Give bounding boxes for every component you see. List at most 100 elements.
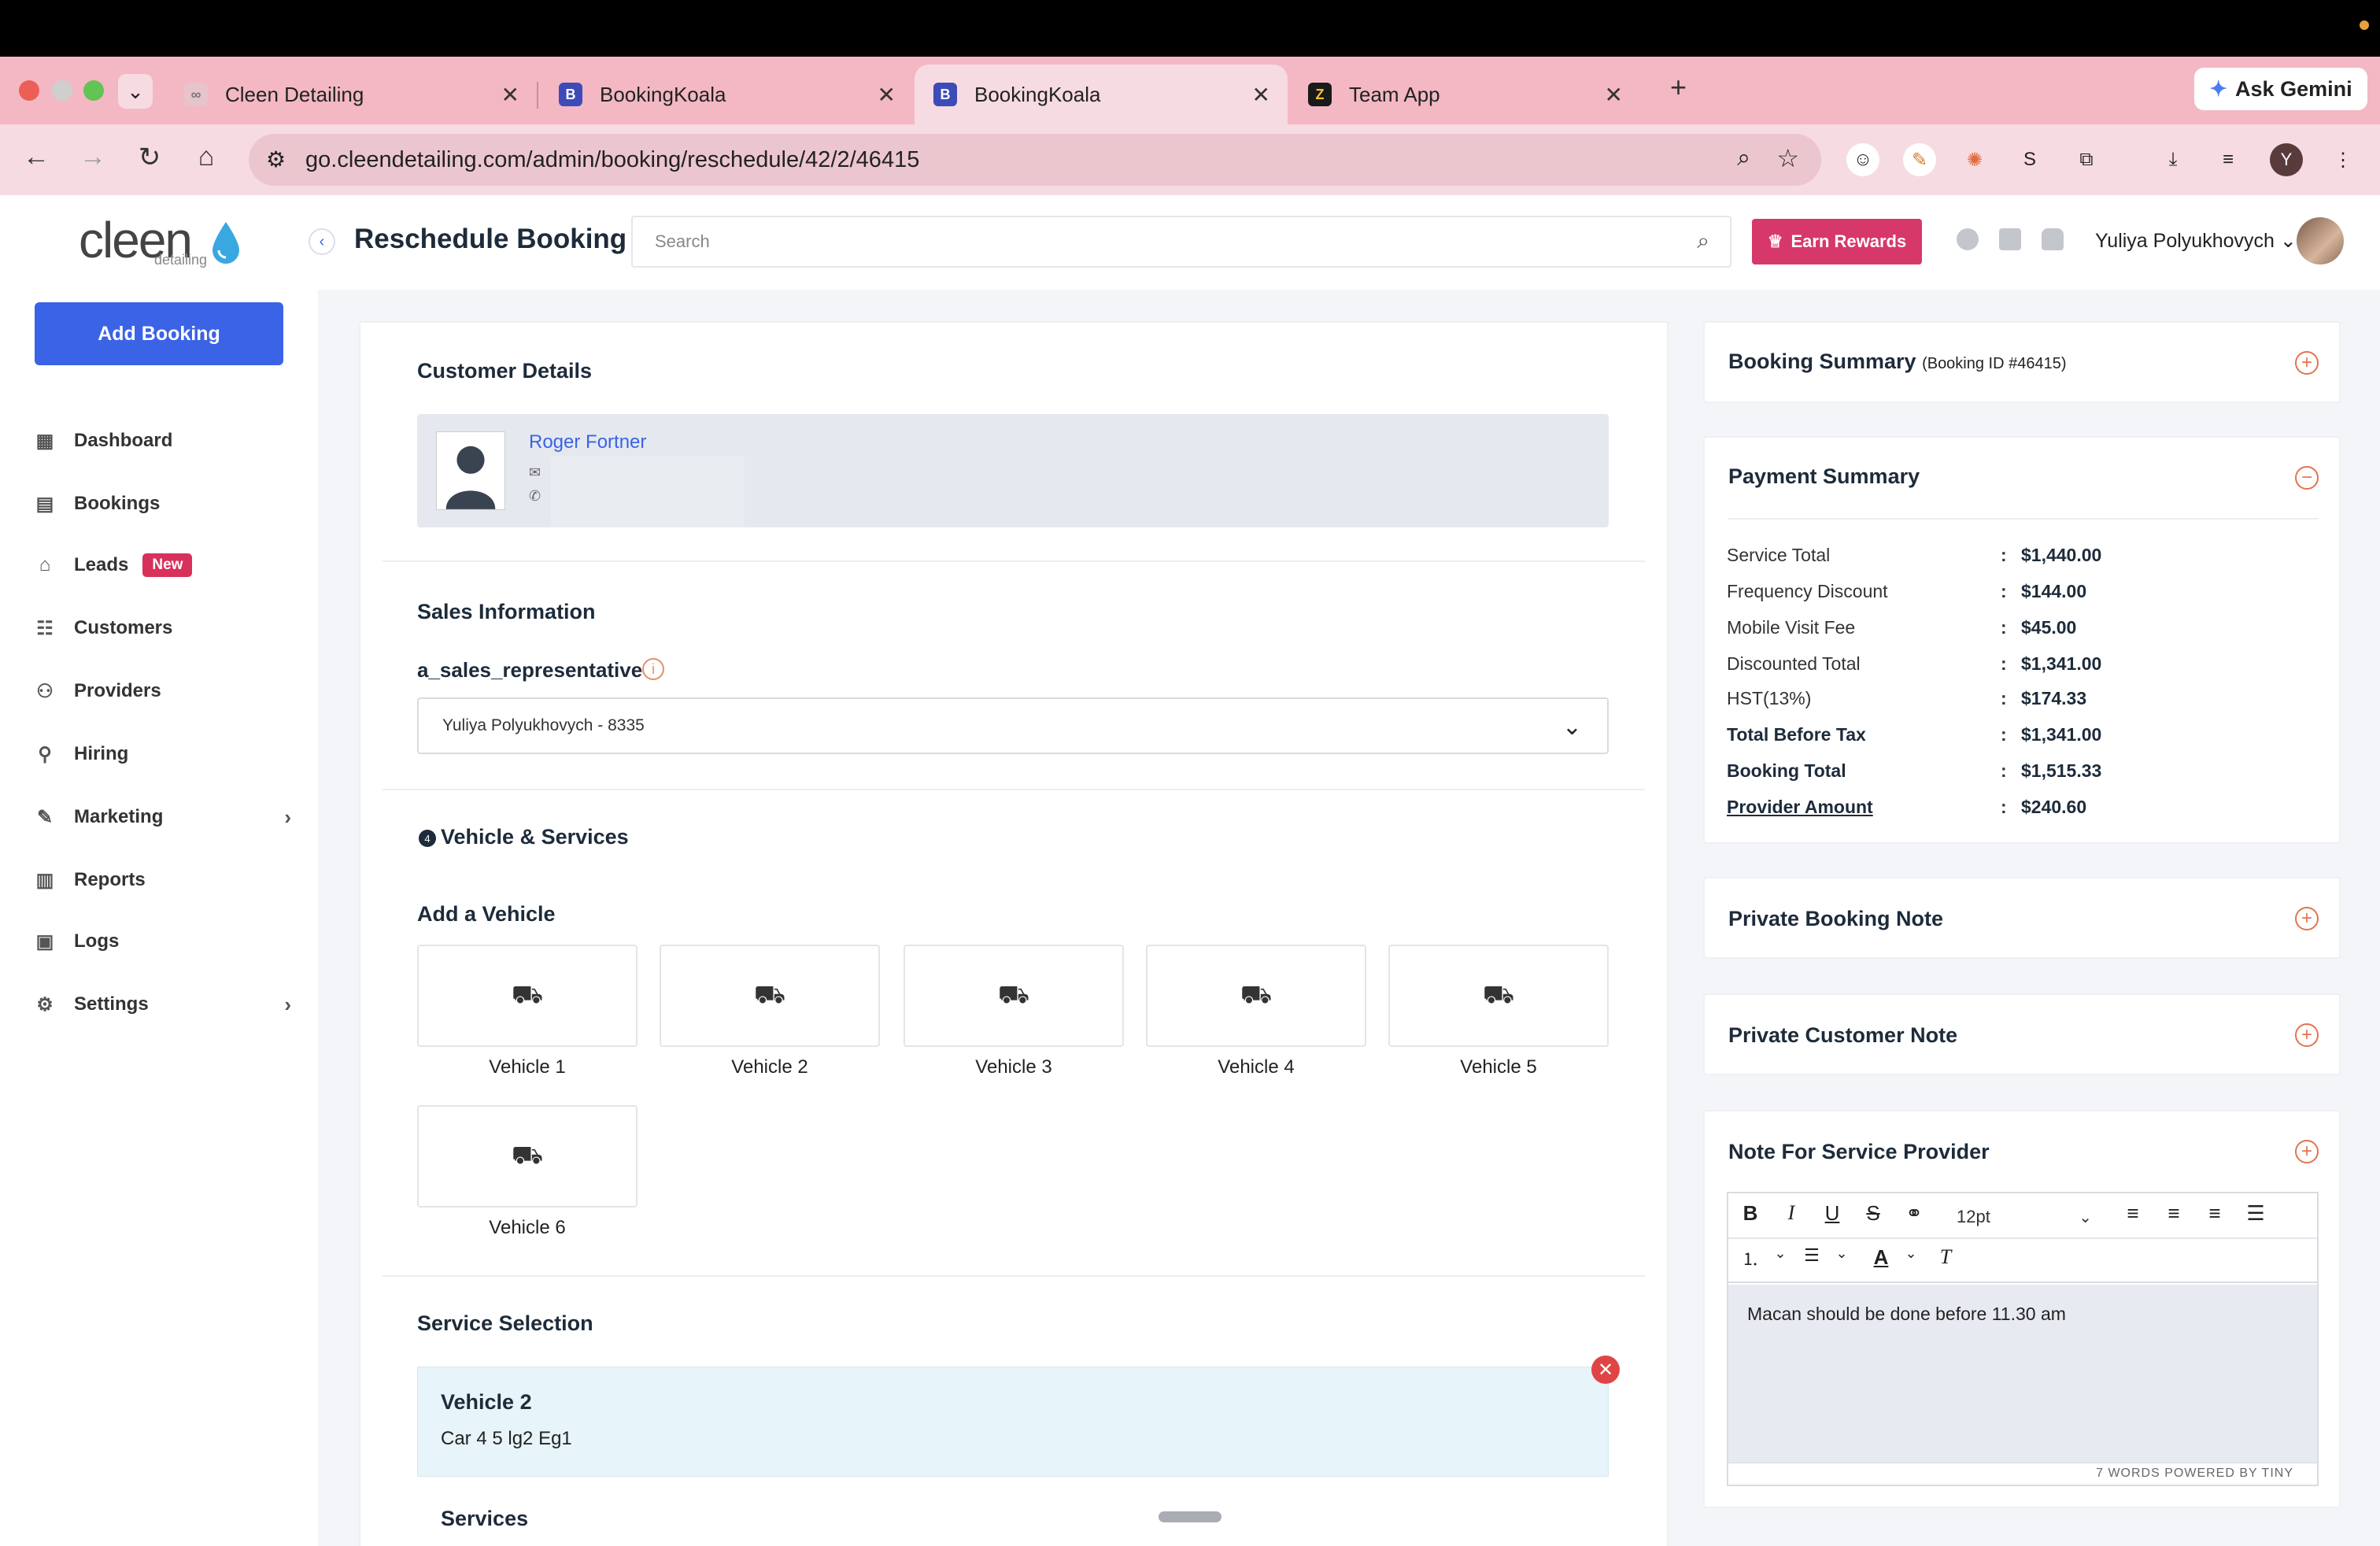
expand-plus-icon[interactable]: + [2295,1140,2319,1163]
reload-icon[interactable]: ↻ [132,142,167,173]
chevron-down-icon[interactable]: ⌄ [1765,1245,1796,1262]
site-settings-icon[interactable]: ⚙ [266,146,286,172]
forward-arrow-icon[interactable]: → [76,142,110,172]
chat-icon[interactable] [1999,228,2021,250]
bold-icon[interactable]: B [1735,1201,1766,1226]
scroll-indicator[interactable] [1159,1511,1221,1522]
ask-gemini-button[interactable]: ✦ Ask Gemini [2194,68,2367,110]
expand-plus-icon[interactable]: + [2295,351,2319,375]
bookingkoala-favicon-icon: B [559,83,582,106]
sidebar-item-dashboard[interactable]: ▦ Dashboard [31,425,291,457]
expand-plus-icon[interactable]: + [2295,907,2319,930]
extension-s-icon[interactable]: S [2013,143,2046,176]
ask-gemini-label: Ask Gemini [2235,76,2352,101]
sales-rep-select[interactable]: Yuliya Polyukhovych - 8335 ⌄ [417,697,1609,754]
link-icon[interactable]: ⚭ [1898,1201,1930,1226]
vehicle-4-card[interactable]: ⛟ [1146,945,1366,1047]
sidebar-item-providers[interactable]: ⚇ Providers [31,675,291,707]
bookmark-star-icon[interactable]: ☆ [1776,143,1799,173]
extensions-puzzle-icon[interactable]: ⧉ [2070,143,2103,176]
media-controls-icon[interactable]: ≡ [2212,143,2245,176]
search-placeholder: Search [655,231,710,251]
text-color-icon[interactable]: A [1865,1245,1897,1270]
bell-icon[interactable] [2042,228,2064,250]
underline-icon[interactable]: U [1816,1201,1848,1226]
leads-icon: ⌂ [39,554,51,575]
font-size-select[interactable]: 12pt ⌄ [1946,1203,2095,1231]
search-icon[interactable]: ⌕ [1697,228,1709,254]
collapse-sidebar-button[interactable]: ‹ [309,228,335,255]
zoom-icon[interactable]: ⌕ [1737,145,1750,172]
collapse-minus-icon[interactable]: − [2295,466,2319,490]
minimize-window-button[interactable] [52,80,72,101]
vehicle-5-card[interactable]: ⛟ [1388,945,1609,1047]
expand-plus-icon[interactable]: + [2295,1023,2319,1047]
remove-vehicle-button[interactable]: ✕ [1591,1356,1620,1384]
info-icon[interactable] [1957,228,1979,250]
profile-avatar[interactable]: Y [2270,143,2303,176]
dashboard-icon: ▦ [35,430,54,452]
numbered-list-icon[interactable]: ⒈ [1735,1245,1766,1270]
sidebar-item-settings[interactable]: ⚙ Settings › [31,989,291,1020]
sidebar-item-reports[interactable]: ▥ Reports [31,864,291,896]
extension-sparkle-icon[interactable]: ✺ [1958,143,1991,176]
back-arrow-icon[interactable]: ← [19,142,54,172]
vehicle-6-card[interactable]: ⛟ [417,1105,638,1208]
browser-menu-icon[interactable]: ⋮ [2326,143,2360,176]
private-booking-note-title: Private Booking Note [1728,907,1944,930]
vehicle-2-card[interactable]: ⛟ [660,945,880,1047]
search-input[interactable]: Search ⌕ [631,216,1731,268]
vehicle-label: Vehicle 5 [1460,1056,1537,1078]
customer-name-link[interactable]: Roger Fortner [529,431,646,453]
earn-rewards-button[interactable]: ♕ Earn Rewards [1752,219,1922,264]
close-icon[interactable]: ✕ [1252,82,1270,108]
italic-icon[interactable]: I [1776,1201,1807,1225]
align-center-icon[interactable]: ≡ [2158,1201,2190,1226]
vehicle-1-card[interactable]: ⛟ [417,945,638,1047]
add-booking-button[interactable]: Add Booking [35,302,283,365]
close-window-button[interactable] [19,80,39,101]
extension-brush-icon[interactable]: ✎ [1903,143,1936,176]
user-menu[interactable]: Yuliya Polyukhovych ⌄ [2095,229,2297,253]
extension-face-icon[interactable]: ☺ [1846,143,1879,176]
chevron-down-icon[interactable]: ⌄ [1895,1245,1927,1262]
tab-cleen-detailing[interactable]: ∞ Cleen Detailing ✕ [165,65,538,124]
tab-search-button[interactable]: ⌄ [118,74,153,109]
private-customer-note-card[interactable]: Private Customer Note + [1703,993,2341,1075]
chevron-down-icon[interactable]: ⌄ [1826,1245,1857,1262]
sidebar-item-bookings[interactable]: ▤ Bookings [31,488,291,520]
address-bar[interactable]: ⚙ go.cleendetailing.com/admin/booking/re… [249,134,1821,186]
align-right-icon[interactable]: ≡ [2199,1201,2230,1226]
sidebar-item-leads[interactable]: ⌂ Leads New [31,549,291,581]
vehicle-3-card[interactable]: ⛟ [904,945,1124,1047]
booking-summary-card[interactable]: Booking Summary (Booking ID #46415) + [1703,321,2341,403]
close-icon[interactable]: ✕ [1605,82,1623,108]
tab-label: Cleen Detailing [225,82,364,106]
sidebar-item-marketing[interactable]: ✎ Marketing › [31,801,291,833]
tab-bookingkoala-1[interactable]: B BookingKoala ✕ [540,65,913,124]
tab-team-app[interactable]: Z Team App ✕ [1289,65,1640,124]
justify-icon[interactable]: ☰ [2240,1201,2271,1226]
maximize-window-button[interactable] [83,80,104,101]
page-title: Reschedule Booking [354,224,627,254]
close-icon[interactable]: ✕ [501,82,519,108]
provider-amount-link[interactable]: Provider Amount [1727,797,1873,818]
sidebar-item-customers[interactable]: ☷ Customers [31,612,291,644]
strikethrough-icon[interactable]: S [1857,1201,1889,1226]
bullet-list-icon[interactable]: ☰ [1796,1245,1828,1266]
vehicle-icon: ⛟ [997,979,1030,1008]
clear-formatting-icon[interactable]: T [1930,1245,1961,1269]
editor-content[interactable]: Macan should be done before 11.30 am [1728,1285,2317,1463]
sidebar-item-hiring[interactable]: ⚲ Hiring [31,738,291,770]
private-booking-note-card[interactable]: Private Booking Note + [1703,877,2341,959]
sidebar-item-logs[interactable]: ▣ Logs [31,926,291,957]
align-left-icon[interactable]: ≡ [2117,1201,2149,1226]
home-icon[interactable]: ⌂ [189,142,224,172]
download-icon[interactable]: ⤓ [2156,143,2190,176]
close-icon[interactable]: ✕ [878,82,896,108]
new-tab-button[interactable]: + [1670,71,1687,104]
info-icon[interactable]: i [642,658,664,680]
avatar[interactable] [2297,217,2344,264]
tab-bookingkoala-active[interactable]: B BookingKoala ✕ [915,65,1288,124]
sidebar-item-label: Hiring [74,743,129,764]
